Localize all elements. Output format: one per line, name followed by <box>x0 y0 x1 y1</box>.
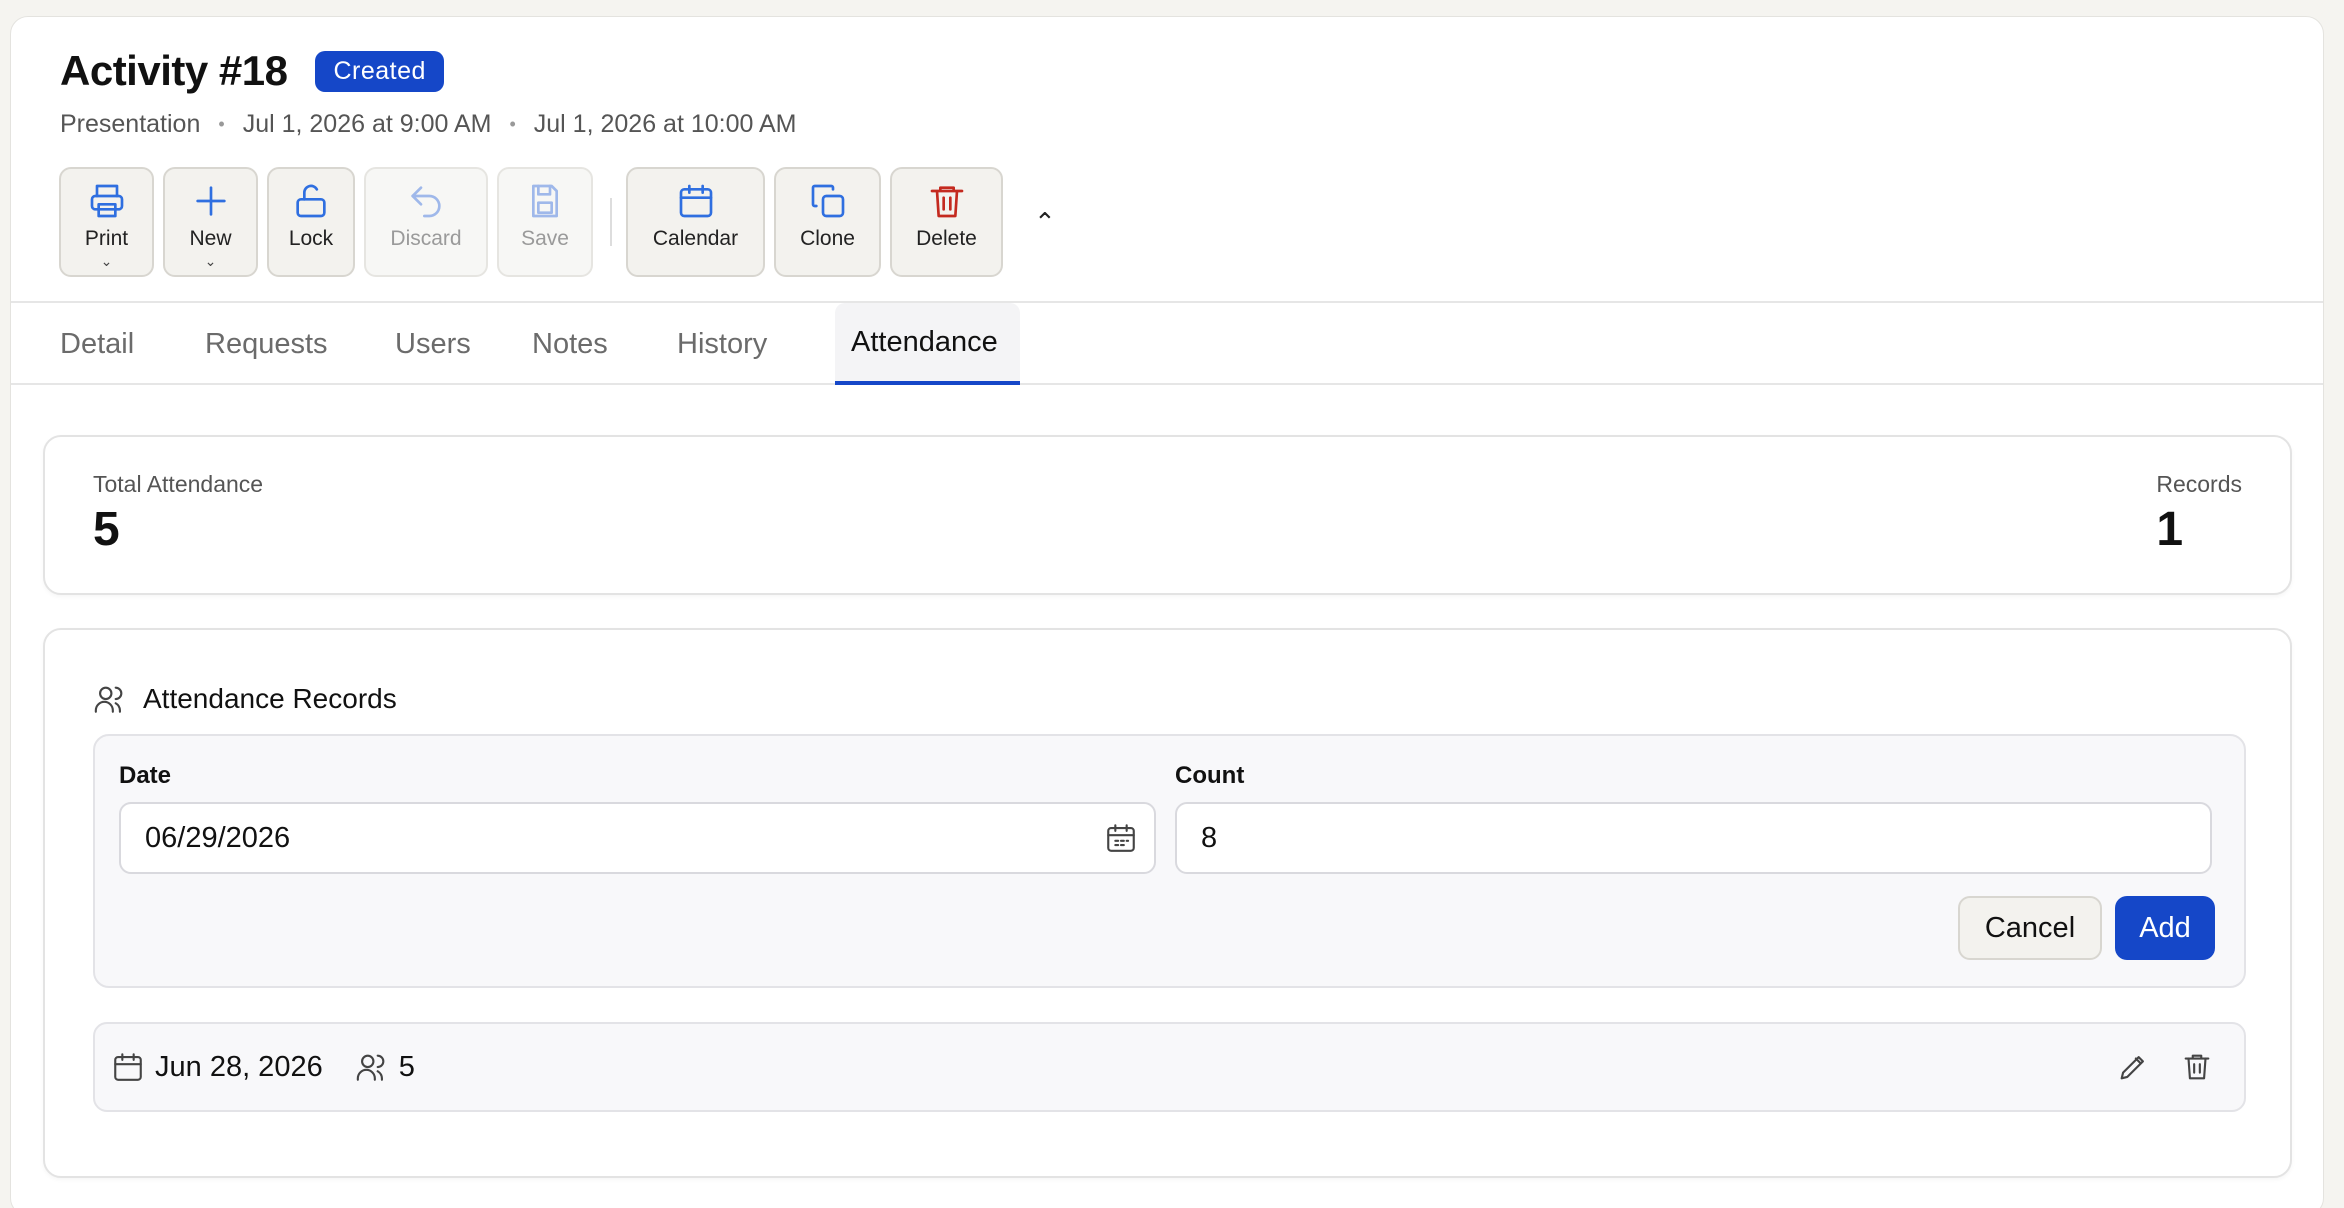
print-label: Print <box>84 227 129 250</box>
activity-type: Presentation <box>60 110 201 138</box>
tab-detail[interactable]: Detail <box>44 303 150 385</box>
cancel-button[interactable]: Cancel <box>1958 896 2102 960</box>
pencil-icon <box>2120 1056 2144 1080</box>
page-title: Activity #18 <box>60 47 288 94</box>
chevron-down-icon: ⌄ <box>204 253 217 269</box>
toolbar-divider <box>610 198 612 246</box>
title-row: Activity #18 Created <box>60 47 444 95</box>
tab-requests[interactable]: Requests <box>189 303 344 385</box>
lock-button[interactable]: Lock <box>267 167 355 277</box>
plus-icon <box>195 186 226 216</box>
total-attendance-label: Total Attendance <box>93 471 264 497</box>
printer-icon <box>90 184 123 218</box>
discard-label: Discard <box>390 227 462 250</box>
save-icon <box>532 184 558 218</box>
lock-label: Lock <box>288 227 334 250</box>
record-actions <box>2086 1050 2214 1092</box>
total-attendance-value: 5 <box>93 503 120 556</box>
tab-bar: Detail Requests Users Notes History Atte… <box>11 303 2323 385</box>
delete-record-button[interactable] <box>2180 1050 2214 1092</box>
calendar-button[interactable]: Calendar <box>626 167 765 277</box>
new-button[interactable]: New ⌄ <box>163 167 258 277</box>
tab-users[interactable]: Users <box>379 303 487 385</box>
delete-label: Delete <box>916 227 977 250</box>
tab-notes[interactable]: Notes <box>516 303 624 385</box>
new-label: New <box>189 227 232 250</box>
trash-icon <box>2184 1054 2210 1080</box>
tab-history[interactable]: History <box>661 303 783 385</box>
calendar-label: Calendar <box>652 227 739 250</box>
trash-icon <box>930 186 963 218</box>
calendar-icon <box>114 1053 142 1081</box>
attendance-record-row: Jun 28, 2026 5 <box>93 1022 2246 1112</box>
attendance-records-card: Attendance Records Date 06/29/2026 Count… <box>43 628 2292 1178</box>
tab-attendance[interactable]: Attendance <box>835 303 1020 385</box>
status-badge: Created <box>315 50 444 92</box>
chevron-up-icon[interactable]: ⌃ <box>1034 207 1056 238</box>
activity-start: Jul 1, 2026 at 9:00 AM <box>242 110 492 138</box>
toolbar: Print ⌄ New ⌄ Lock Discard Save Calendar… <box>59 167 1056 277</box>
add-attendance-form: Date 06/29/2026 Count 8 Cancel Add <box>93 734 2246 988</box>
record-count: 5 <box>398 1050 415 1083</box>
delete-button[interactable]: Delete <box>890 167 1003 277</box>
records-label: Records <box>2156 471 2242 497</box>
count-label: Count <box>1175 762 1245 789</box>
save-button[interactable]: Save <box>497 167 593 277</box>
date-label: Date <box>119 762 172 789</box>
activity-subtitle: Presentation • Jul 1, 2026 at 9:00 AM • … <box>60 110 796 139</box>
users-icon <box>94 686 123 713</box>
total-attendance-stat: Total Attendance 5 <box>93 471 263 557</box>
copy-icon <box>811 184 844 218</box>
attendance-records-heading: Attendance Records <box>93 682 397 716</box>
date-input[interactable]: 06/29/2026 <box>119 802 1156 874</box>
calendar-icon[interactable] <box>1104 821 1138 855</box>
separator-dot: • <box>509 114 516 134</box>
print-button[interactable]: Print ⌄ <box>59 167 154 277</box>
activity-panel: Activity #18 Created Presentation • Jul … <box>10 16 2324 1208</box>
records-value: 1 <box>2156 503 2184 556</box>
record-date: Jun 28, 2026 <box>155 1050 323 1083</box>
count-input[interactable]: 8 <box>1175 802 2212 874</box>
save-label: Save <box>521 227 569 250</box>
discard-button[interactable]: Discard <box>364 167 488 277</box>
add-button[interactable]: Add <box>2115 896 2215 960</box>
attendance-stats-card: Total Attendance 5 Records 1 <box>43 435 2292 595</box>
activity-header: Activity #18 Created Presentation • Jul … <box>11 17 2323 303</box>
calendar-icon <box>679 184 712 218</box>
date-value: 06/29/2026 <box>145 821 291 854</box>
count-value: 8 <box>1201 821 1218 854</box>
chevron-down-icon: ⌄ <box>100 253 113 269</box>
clone-button[interactable]: Clone <box>774 167 881 277</box>
edit-record-button[interactable] <box>2116 1050 2150 1092</box>
separator-dot: • <box>218 114 225 134</box>
attendance-records-title: Attendance Records <box>143 683 397 714</box>
activity-end: Jul 1, 2026 at 10:00 AM <box>533 110 797 138</box>
records-stat: Records 1 <box>2156 471 2242 557</box>
users-icon <box>356 1054 385 1081</box>
undo-icon <box>411 186 441 218</box>
unlock-icon <box>296 184 326 218</box>
clone-label: Clone <box>800 227 855 250</box>
